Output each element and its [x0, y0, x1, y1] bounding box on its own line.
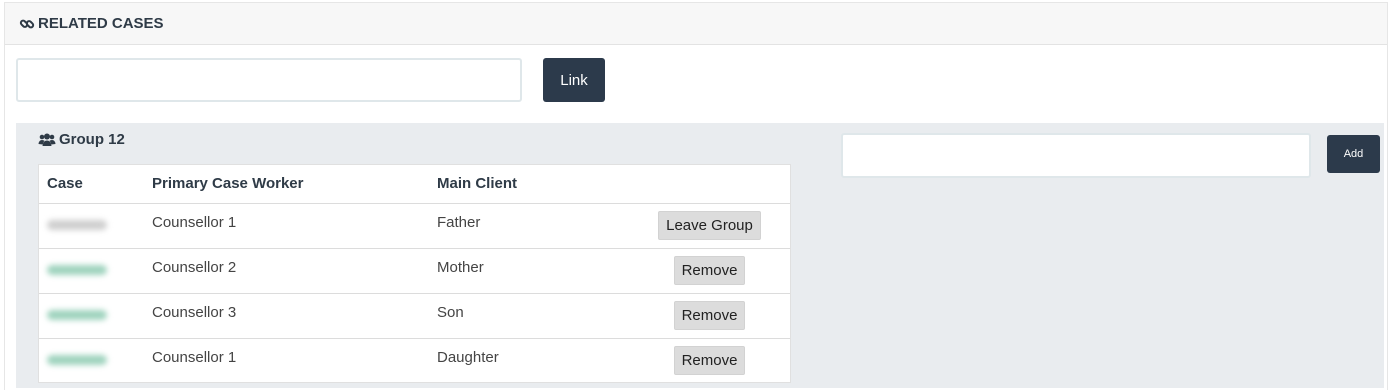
table-row: Counsellor 1 Father Leave Group — [39, 203, 790, 249]
primary-case-worker-cell: Counsellor 2 — [144, 248, 429, 294]
link-icon — [19, 16, 35, 32]
main-client-cell: Father — [429, 203, 629, 249]
primary-case-worker-cell: Counsellor 1 — [144, 203, 429, 249]
action-cell: Remove — [629, 293, 790, 339]
action-cell: Remove — [629, 338, 790, 383]
table-row: Counsellor 1 Daughter Remove — [39, 338, 790, 383]
remove-button[interactable]: Remove — [673, 256, 746, 285]
group-heading: Group 12 — [38, 131, 125, 148]
action-cell: Remove — [629, 248, 790, 294]
link-button[interactable]: Link — [543, 58, 605, 102]
add-case-to-group-input[interactable] — [841, 133, 1311, 178]
column-header-actions — [629, 165, 790, 204]
main-client-cell: Son — [429, 293, 629, 339]
case-link-redacted[interactable] — [39, 338, 144, 383]
group-area: Group 12 Case Primary Case Worker Main C… — [16, 123, 1384, 388]
panel-title: RELATED CASES — [38, 15, 164, 32]
remove-button[interactable]: Remove — [673, 301, 746, 330]
leave-group-button[interactable]: Leave Group — [658, 211, 761, 240]
link-case-input[interactable] — [16, 58, 522, 102]
primary-case-worker-cell: Counsellor 3 — [144, 293, 429, 339]
table-row: Counsellor 2 Mother Remove — [39, 248, 790, 294]
case-link-redacted[interactable] — [39, 293, 144, 339]
main-client-cell: Mother — [429, 248, 629, 294]
table-header-row: Case Primary Case Worker Main Client — [39, 165, 790, 204]
group-title: Group 12 — [59, 131, 125, 148]
remove-button[interactable]: Remove — [673, 346, 746, 376]
table-row: Counsellor 3 Son Remove — [39, 293, 790, 339]
action-cell: Leave Group — [629, 203, 790, 249]
column-header-case: Case — [39, 165, 144, 204]
column-header-main-client: Main Client — [429, 165, 629, 204]
primary-case-worker-cell: Counsellor 1 — [152, 348, 237, 366]
users-icon — [38, 132, 56, 148]
column-header-primary-case-worker: Primary Case Worker — [144, 165, 429, 204]
add-button[interactable]: Add — [1327, 135, 1380, 173]
panel-heading: RELATED CASES — [5, 3, 1387, 45]
case-link-redacted[interactable] — [39, 248, 144, 294]
group-cases-table: Case Primary Case Worker Main Client Cou… — [38, 164, 791, 383]
main-client-cell: Daughter — [437, 348, 499, 366]
case-link-redacted[interactable] — [39, 203, 144, 249]
